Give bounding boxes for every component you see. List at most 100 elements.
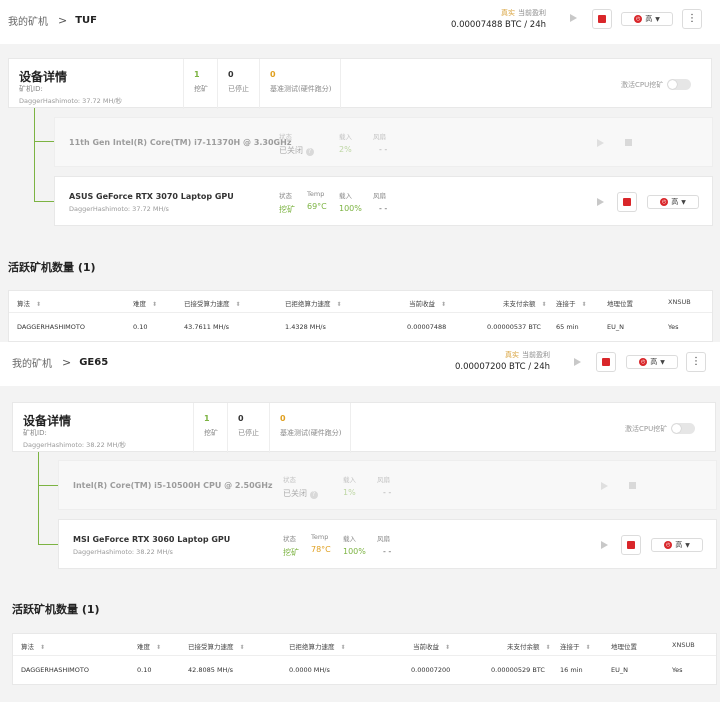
current-profit: 真实 当前盈利 0.00007200 BTC / 24h xyxy=(454,351,550,372)
component-temp: Temp 69°C xyxy=(307,190,327,211)
component-name: ASUS GeForce RTX 3070 Laptop GPU xyxy=(69,192,234,201)
stop-button[interactable] xyxy=(596,352,616,372)
play-icon[interactable] xyxy=(574,358,581,366)
tree-branch xyxy=(34,201,54,202)
stopped-count-stat: 0 已停止 xyxy=(217,59,259,109)
column-header[interactable]: 地理位置 xyxy=(607,298,633,308)
speed-icon: ◴ xyxy=(664,541,673,549)
stop-button[interactable] xyxy=(592,9,612,29)
stop-icon xyxy=(623,198,631,206)
component-name: 11th Gen Intel(R) Core(TM) i7-11370H @ 3… xyxy=(69,138,292,147)
component-algo: DaggerHashimoto: 38.22 MH/s xyxy=(73,548,173,556)
breadcrumb: 我的矿机 > GE65 xyxy=(12,355,108,370)
breadcrumb-root[interactable]: 我的矿机 xyxy=(12,355,52,370)
tree-branch xyxy=(34,141,54,142)
component-name: Intel(R) Core(TM) i5-10500H CPU @ 2.50GH… xyxy=(73,481,273,490)
speed-icon: ◴ xyxy=(634,15,643,23)
stop-icon[interactable] xyxy=(629,482,636,489)
column-header[interactable]: 难度 ⬍ xyxy=(133,298,157,308)
power-mode-dropdown[interactable]: ◴ 高 ▼ xyxy=(621,12,673,26)
play-icon[interactable] xyxy=(601,541,608,549)
play-icon[interactable] xyxy=(570,14,577,22)
column-header[interactable]: 未支付余额 ⬍ xyxy=(507,641,551,651)
help-icon[interactable]: ? xyxy=(309,491,318,499)
column-header[interactable]: 未支付余额 ⬍ xyxy=(503,298,547,308)
column-header[interactable]: 已拒绝算力速度 ⬍ xyxy=(285,298,342,308)
mining-count-stat: 1 挖矿 xyxy=(193,403,227,453)
component-card-gpu: ASUS GeForce RTX 3070 Laptop GPU DaggerH… xyxy=(54,176,713,226)
component-status: 状态 已关闭 ? xyxy=(279,131,314,156)
breadcrumb-root[interactable]: 我的矿机 xyxy=(8,13,48,28)
device-algo-speed: DaggerHashimoto: 37.72 MH/秒 xyxy=(19,97,123,105)
stop-button[interactable] xyxy=(621,535,641,555)
column-header[interactable]: 已接受算力速度 ⬍ xyxy=(188,641,245,651)
device-details-title: 设备详情 xyxy=(23,414,72,428)
rig-name: GE65 xyxy=(79,357,109,368)
component-card-cpu: Intel(R) Core(TM) i5-10500H CPU @ 2.50GH… xyxy=(58,460,717,510)
component-status: 状态 挖矿 xyxy=(279,192,295,214)
column-header[interactable]: 地理位置 xyxy=(611,641,637,651)
chevron-down-icon: ▼ xyxy=(681,198,686,206)
active-workers-title: 活跃矿机数量 (1) xyxy=(12,603,100,616)
breadcrumb: 我的矿机 > TUF xyxy=(8,13,97,28)
play-icon[interactable] xyxy=(597,139,604,147)
table-row: DAGGERHASHIMOTO 0.10 42.8085 MH/s 0.0000… xyxy=(21,666,683,674)
component-fan: 风扇 - - xyxy=(373,133,388,154)
column-header[interactable]: 难度 ⬍ xyxy=(137,641,161,651)
active-workers-title: 活跃矿机数量 (1) xyxy=(8,261,96,274)
toggle-switch[interactable] xyxy=(667,79,692,90)
device-algo-speed: DaggerHashimoto: 38.22 MH/秒 xyxy=(23,441,127,449)
more-menu-button[interactable]: ⋮ xyxy=(686,352,706,372)
column-header[interactable]: 当前收益 ⬍ xyxy=(413,641,450,651)
cpu-mining-toggle[interactable]: 激活CPU挖矿 xyxy=(621,79,692,90)
column-header[interactable]: XNSUB xyxy=(668,298,691,306)
chevron-right-icon: > xyxy=(58,14,68,27)
mining-count-stat: 1 挖矿 xyxy=(183,59,217,109)
component-status: 状态 挖矿 xyxy=(283,535,299,557)
component-temp: Temp 78°C xyxy=(311,533,331,554)
component-algo: DaggerHashimoto: 37.72 MH/s xyxy=(69,205,169,213)
rig-name: TUF xyxy=(75,15,97,26)
column-header[interactable]: XNSUB xyxy=(672,641,695,649)
toggle-switch[interactable] xyxy=(671,423,696,434)
more-menu-button[interactable]: ⋮ xyxy=(682,9,702,29)
tree-branch xyxy=(38,544,58,545)
component-load: 载入 2% xyxy=(339,133,352,154)
stop-icon xyxy=(598,15,606,23)
component-fan: 风扇 - - xyxy=(377,535,392,556)
active-workers-table: 算法 ⬍ 难度 ⬍ 已接受算力速度 ⬍ 已拒绝算力速度 ⬍ 当前收益 ⬍ 未支付余额 ⬍ 连… xyxy=(8,290,713,342)
help-icon[interactable]: ? xyxy=(305,148,314,156)
device-details-card: 设备详情 矿机ID: DaggerHashimoto: 37.72 MH/秒 1… xyxy=(8,58,712,109)
tree-line xyxy=(34,108,35,202)
component-load: 载入 1% xyxy=(343,476,356,497)
current-profit: 真实 当前盈利 0.00007488 BTC / 24h xyxy=(450,9,546,30)
column-header[interactable]: 连接于 ⬍ xyxy=(556,298,587,308)
component-load: 载入 100% xyxy=(339,192,362,213)
power-mode-dropdown[interactable]: ◴ 高 ▼ xyxy=(651,538,703,552)
table-header: 算法 ⬍ 难度 ⬍ 已接受算力速度 ⬍ 已拒绝算力速度 ⬍ 当前收益 ⬍ 未支付余额 ⬍ 连… xyxy=(9,291,712,313)
speed-icon: ◴ xyxy=(639,358,648,366)
column-header[interactable]: 连接于 ⬍ xyxy=(560,641,591,651)
stop-button[interactable] xyxy=(617,192,637,212)
cpu-mining-toggle[interactable]: 激活CPU挖矿 xyxy=(625,423,696,434)
play-icon[interactable] xyxy=(601,482,608,490)
component-card-gpu: MSI GeForce RTX 3060 Laptop GPU DaggerHa… xyxy=(58,519,717,569)
table-header: 算法 ⬍ 难度 ⬍ 已接受算力速度 ⬍ 已拒绝算力速度 ⬍ 当前收益 ⬍ 未支付余额 ⬍ 连… xyxy=(13,634,716,656)
benchmark-count-stat: 0 基准测试(硬件跑分) xyxy=(259,59,341,109)
play-icon[interactable] xyxy=(597,198,604,206)
component-status: 状态 已关闭 ? xyxy=(283,474,318,499)
stop-icon[interactable] xyxy=(625,139,632,146)
power-mode-dropdown[interactable]: ◴ 高 ▼ xyxy=(647,195,699,209)
power-mode-dropdown[interactable]: ◴ 高 ▼ xyxy=(626,355,678,369)
table-row: DAGGERHASHIMOTO 0.10 43.7611 MH/s 1.4328… xyxy=(17,323,679,331)
chevron-right-icon: > xyxy=(62,356,72,369)
column-header[interactable]: 已接受算力速度 ⬍ xyxy=(184,298,241,308)
column-header[interactable]: 算法 ⬍ xyxy=(21,641,45,651)
column-header[interactable]: 已拒绝算力速度 ⬍ xyxy=(289,641,346,651)
column-header[interactable]: 当前收益 ⬍ xyxy=(409,298,446,308)
device-details-card: 设备详情 矿机ID: DaggerHashimoto: 38.22 MH/秒 1… xyxy=(12,402,716,453)
component-name: MSI GeForce RTX 3060 Laptop GPU xyxy=(73,535,231,544)
rig-id-label: 矿机ID: xyxy=(23,429,47,437)
column-header[interactable]: 算法 ⬍ xyxy=(17,298,41,308)
stopped-count-stat: 0 已停止 xyxy=(227,403,269,453)
